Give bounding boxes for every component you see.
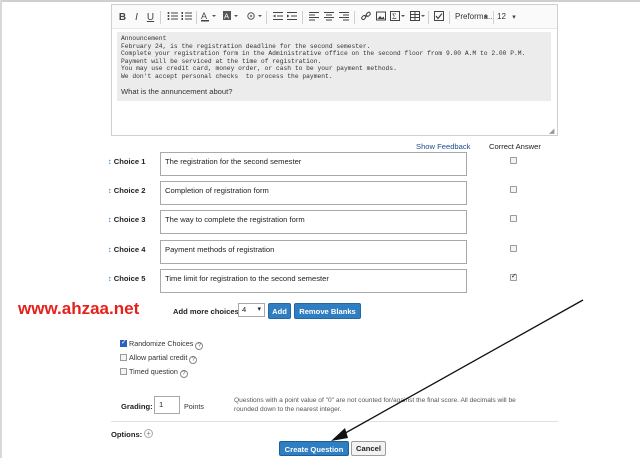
question-text: What is the annuncement about?: [121, 86, 233, 96]
font-color-icon[interactable]: A: [200, 11, 216, 24]
announcement-line: Payment will be serviced at the time of …: [121, 57, 322, 65]
grading-note: Questions with a point value of "0" are …: [234, 397, 516, 413]
choice-label[interactable]: ↕ Choice 5: [108, 274, 145, 283]
correct-answer-checkbox[interactable]: [510, 215, 517, 222]
points-label: Points: [184, 402, 204, 411]
partial-credit-checkbox[interactable]: [120, 354, 127, 361]
equation-icon[interactable]: Σ: [389, 11, 405, 24]
editor-toolbar: B I U A A Σ Preforma... ▾ 12 ▾: [112, 5, 557, 29]
question-content[interactable]: Announcement February 24, is the registr…: [117, 32, 551, 101]
svg-text:Σ: Σ: [392, 12, 397, 21]
drag-handle-icon[interactable]: ↕: [108, 215, 112, 224]
bullet-list-icon[interactable]: [166, 11, 178, 24]
drag-handle-icon[interactable]: ↕: [108, 245, 112, 254]
toolbar-separator: [266, 11, 267, 24]
indent-icon[interactable]: [286, 11, 297, 24]
drag-handle-icon[interactable]: ↕: [108, 157, 112, 166]
svg-text:A: A: [201, 11, 207, 21]
choice-label[interactable]: ↕ Choice 2: [108, 186, 145, 195]
grading-label: Grading:: [121, 402, 153, 411]
align-center-icon[interactable]: [323, 11, 334, 24]
toolbar-separator: [354, 11, 355, 24]
underline-button[interactable]: U: [146, 11, 155, 24]
correct-answer-header: Correct Answer: [489, 142, 541, 151]
italic-button[interactable]: I: [132, 11, 141, 24]
numbered-list-icon[interactable]: [180, 11, 192, 24]
choice-label[interactable]: ↕ Choice 4: [108, 245, 145, 254]
special-characters-icon[interactable]: [246, 11, 262, 24]
timed-question-checkbox[interactable]: [120, 368, 127, 375]
add-more-choices-label: Add more choices:: [173, 307, 242, 316]
help-icon[interactable]: ?: [179, 370, 188, 378]
cancel-button[interactable]: Cancel: [351, 441, 386, 456]
grading-points-input[interactable]: 1: [154, 396, 180, 414]
choice-input[interactable]: The registration for the second semester: [160, 152, 467, 176]
choice-input[interactable]: Time limit for registration to the secon…: [160, 269, 467, 293]
correct-answer-checkbox[interactable]: [510, 245, 517, 252]
resize-handle-icon[interactable]: ◢: [549, 128, 556, 135]
correct-answer-checkbox[interactable]: [510, 157, 517, 164]
partial-credit-option[interactable]: Allow partial credit?: [120, 353, 198, 364]
table-icon[interactable]: [409, 11, 425, 24]
chevron-down-icon[interactable]: ▾: [482, 11, 490, 24]
correct-answer-checkbox[interactable]: [510, 186, 517, 193]
watermark-text: www.ahzaa.net: [18, 299, 140, 318]
choice-input[interactable]: The way to complete the registration for…: [160, 210, 467, 234]
correct-answer-checkbox[interactable]: [510, 272, 517, 281]
add-more-choices-select[interactable]: 4 ▾: [238, 303, 265, 317]
link-icon[interactable]: [360, 11, 371, 24]
image-icon[interactable]: [375, 11, 386, 24]
toolbar-separator: [160, 11, 161, 24]
choice-input[interactable]: Completion of registration form: [160, 181, 467, 205]
remove-blanks-button[interactable]: Remove Blanks: [294, 303, 361, 319]
add-button[interactable]: Add: [268, 303, 291, 319]
announcement-line: Announcement: [121, 35, 167, 42]
highlight-color-icon[interactable]: A: [222, 11, 238, 24]
expand-options-icon[interactable]: +: [144, 429, 153, 438]
announcement-line: We don't accept personal checks to proce…: [121, 72, 333, 80]
align-right-icon[interactable]: [338, 11, 349, 24]
toolbar-separator: [449, 11, 450, 24]
choice-input[interactable]: Payment methods of registration: [160, 240, 467, 264]
choice-label[interactable]: ↕ Choice 3: [108, 215, 145, 224]
randomize-checkbox[interactable]: [120, 338, 127, 347]
toolbar-separator: [196, 11, 197, 24]
top-border: [0, 0, 640, 2]
svg-text:A: A: [224, 12, 229, 21]
bold-button[interactable]: B: [118, 11, 127, 24]
toolbar-separator: [493, 11, 494, 24]
chevron-down-icon[interactable]: ▾: [510, 11, 518, 24]
choice-label[interactable]: ↕ Choice 1: [108, 157, 145, 166]
announcement-line: February 24, is the registration deadlin…: [121, 42, 371, 50]
options-label: Options:: [111, 430, 143, 439]
announcement-line: Complete your registration form in the A…: [121, 50, 526, 58]
drag-handle-icon[interactable]: ↕: [108, 186, 112, 195]
toolbar-separator: [428, 11, 429, 24]
divider: [111, 421, 558, 422]
timed-question-option[interactable]: Timed question?: [120, 367, 188, 378]
align-left-icon[interactable]: [308, 11, 319, 24]
show-feedback-link[interactable]: Show Feedback: [416, 142, 470, 151]
randomize-choices-option[interactable]: Randomize Choices?: [120, 338, 204, 350]
drag-handle-icon[interactable]: ↕: [108, 274, 112, 283]
help-icon[interactable]: ?: [189, 356, 198, 364]
left-border: [0, 0, 2, 458]
toolbar-separator: [302, 11, 303, 24]
announcement-line: You may use credit card, money order, or…: [121, 65, 397, 73]
help-icon[interactable]: ?: [195, 342, 204, 350]
chevron-down-icon: ▾: [257, 306, 261, 313]
create-question-button[interactable]: Create Question: [279, 441, 349, 456]
outdent-icon[interactable]: [272, 11, 283, 24]
spellcheck-icon[interactable]: [433, 11, 444, 24]
